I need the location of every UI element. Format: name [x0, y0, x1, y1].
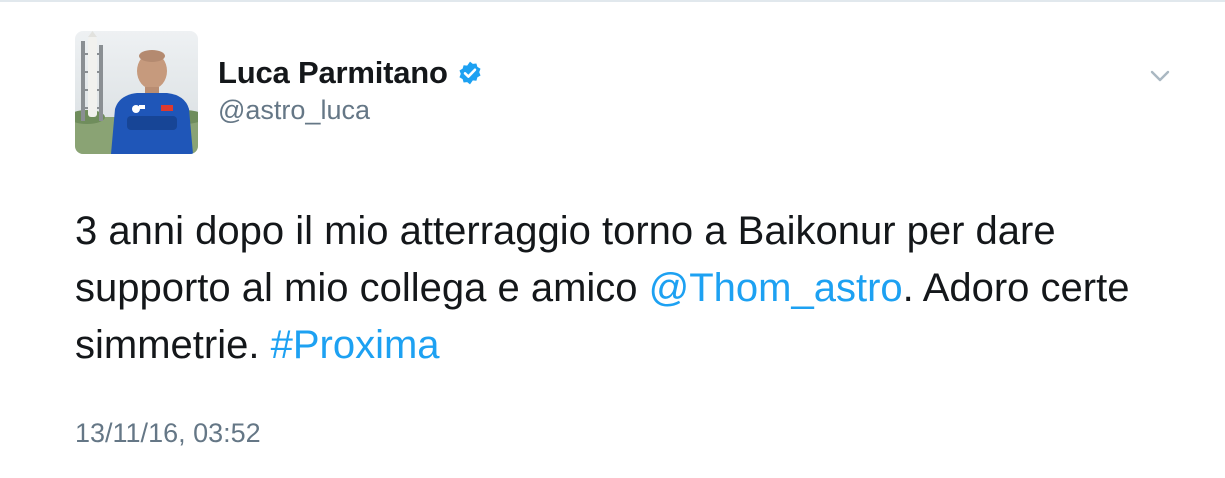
tweet-text: 3 anni dopo il mio atterraggio torno a B…: [75, 203, 1165, 374]
avatar[interactable]: [75, 31, 198, 154]
top-divider: [0, 0, 1225, 2]
astronaut-portrait-icon: [75, 31, 198, 154]
timestamp[interactable]: 13/11/16, 03:52: [75, 418, 261, 449]
verified-badge-icon: [459, 61, 481, 85]
author-name-row: Luca Parmitano: [218, 53, 483, 93]
chevron-down-icon[interactable]: [1146, 62, 1174, 90]
mention-link[interactable]: @Thom_astro: [649, 266, 903, 310]
display-name[interactable]: Luca Parmitano: [218, 55, 448, 91]
user-handle[interactable]: @astro_luca: [218, 95, 370, 126]
hashtag-link[interactable]: #Proxima: [271, 323, 440, 367]
